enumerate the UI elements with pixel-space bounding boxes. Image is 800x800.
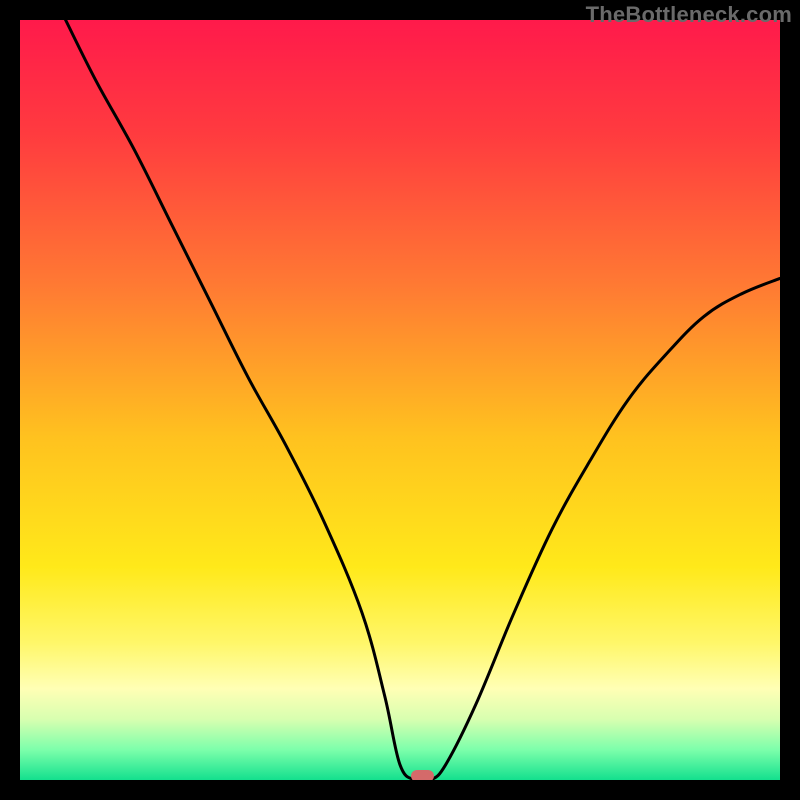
optimal-point-marker [411, 770, 434, 780]
watermark-text: TheBottleneck.com [586, 2, 792, 28]
bottleneck-curve [20, 20, 780, 780]
chart-frame: TheBottleneck.com [0, 0, 800, 800]
plot-area [20, 20, 780, 780]
